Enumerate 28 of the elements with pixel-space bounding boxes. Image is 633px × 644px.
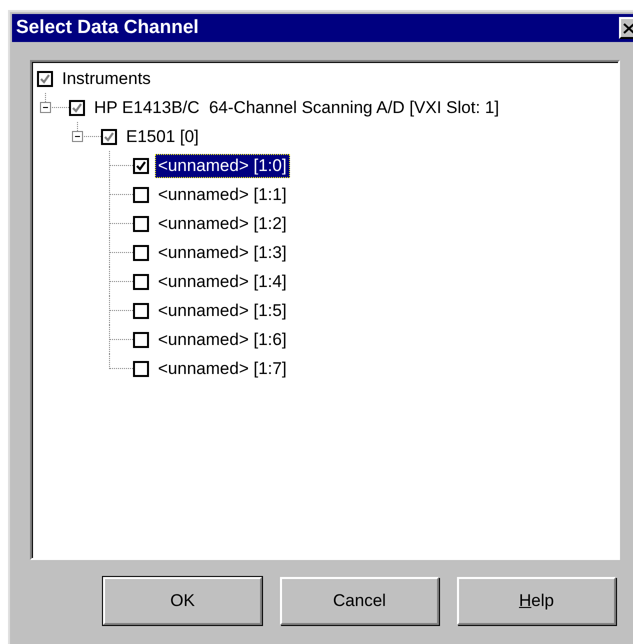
help-button[interactable]: Help — [457, 577, 616, 625]
tree-item[interactable]: <unnamed> [1:4] — [155, 270, 290, 294]
checkbox[interactable] — [133, 158, 149, 174]
tree-item[interactable]: Instruments — [59, 66, 154, 90]
checkbox[interactable] — [133, 360, 149, 376]
checkbox[interactable] — [133, 332, 149, 348]
checkbox[interactable] — [133, 302, 149, 318]
ok-button[interactable]: OK — [103, 577, 262, 625]
close-button[interactable] — [619, 17, 633, 39]
tree-item[interactable]: <unnamed> [1:7] — [155, 356, 290, 380]
tree-item[interactable]: <unnamed> [1:6] — [155, 328, 290, 352]
collapse-icon[interactable] — [40, 102, 51, 113]
close-icon — [623, 22, 633, 34]
tree-item[interactable]: E1501 [0] — [123, 124, 202, 148]
tree-item[interactable]: <unnamed> [1:2] — [155, 212, 290, 236]
tree-item[interactable]: <unnamed> [1:0] — [155, 154, 290, 178]
checkbox[interactable] — [133, 244, 149, 260]
tree-item[interactable]: <unnamed> [1:1] — [155, 182, 290, 206]
checkbox[interactable] — [133, 216, 149, 232]
tree-item[interactable]: HP E1413B/C 64-Channel Scanning A/D [VXI Slot: 1] — [91, 96, 502, 120]
checkbox[interactable] — [133, 186, 149, 202]
tree-item[interactable]: <unnamed> [1:5] — [155, 298, 290, 322]
window-title: Select Data Channel — [16, 17, 199, 39]
check-icon — [135, 160, 147, 172]
collapse-icon[interactable] — [72, 131, 83, 142]
checkbox[interactable] — [133, 274, 149, 290]
cancel-button[interactable]: Cancel — [280, 577, 439, 625]
tree-item[interactable]: <unnamed> [1:3] — [155, 240, 290, 264]
